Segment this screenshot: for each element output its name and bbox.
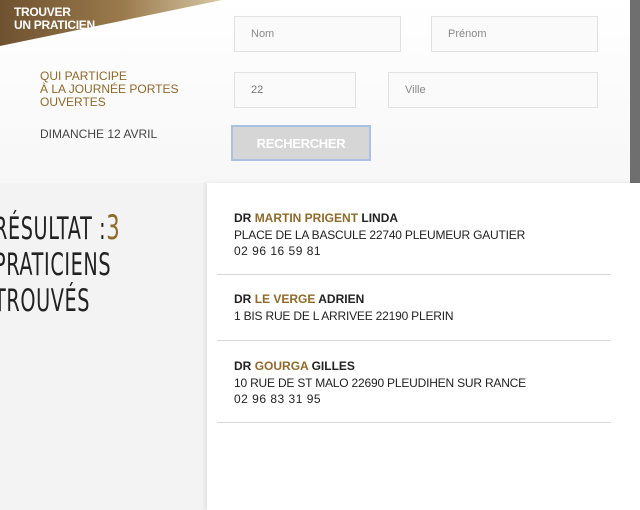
- result-summary-line-3: TROUVÉS: [0, 283, 91, 319]
- banner-title-line-2: UN PRATICIEN: [14, 18, 95, 32]
- result-count-number: 3: [106, 208, 121, 248]
- practitioner-address: 1 BIS RUE DE L ARRIVEE 22190 PLERIN: [234, 309, 454, 323]
- search-button[interactable]: RECHERCHER: [231, 125, 371, 161]
- practitioner-address: 10 RUE DE ST MALO 22690 PLEUDIHEN SUR RA…: [234, 376, 526, 390]
- prenom-input[interactable]: [431, 16, 598, 52]
- practitioner-name: DR MARTIN PRIGENT LINDA: [234, 211, 398, 225]
- ville-input[interactable]: [388, 72, 598, 108]
- practitioner-first-name: ADRIEN: [318, 292, 365, 306]
- practitioner-title: DR: [234, 211, 252, 225]
- open-day-label-line-3: OUVERTES: [40, 95, 106, 109]
- result-prefix: RÉSULTAT :: [0, 211, 107, 247]
- result-item[interactable]: DR GOURGA GILLES 10 RUE DE ST MALO 22690…: [217, 341, 611, 423]
- result-item[interactable]: DR MARTIN PRIGENT LINDA PLACE DE LA BASC…: [217, 183, 611, 275]
- practitioner-last-name: GOURGA: [254, 359, 309, 373]
- practitioner-last-name: LE VERGE: [254, 292, 316, 306]
- date-label: DIMANCHE 12 AVRIL: [40, 127, 158, 141]
- result-summary: RÉSULTAT :3 PRATICIENS TROUVÉS: [0, 210, 121, 319]
- practitioner-title: DR: [234, 292, 252, 306]
- right-edge-bar: [630, 0, 640, 183]
- result-summary-line-2: PRATICIENS: [0, 247, 112, 283]
- department-input[interactable]: [234, 72, 356, 108]
- practitioner-name: DR GOURGA GILLES: [234, 359, 355, 373]
- practitioner-name: DR LE VERGE ADRIEN: [234, 292, 364, 306]
- result-item[interactable]: DR LE VERGE ADRIEN 1 BIS RUE DE L ARRIVE…: [217, 275, 611, 341]
- practitioner-first-name: GILLES: [311, 359, 355, 373]
- results-list: DR MARTIN PRIGENT LINDA PLACE DE LA BASC…: [207, 183, 640, 510]
- practitioner-last-name: MARTIN PRIGENT: [254, 211, 359, 225]
- nom-input[interactable]: [234, 16, 401, 52]
- practitioner-address: PLACE DE LA BASCULE 22740 PLEUMEUR GAUTI…: [234, 228, 526, 242]
- open-day-label: QUI PARTICIPE À LA JOURNÉE PORTES OUVERT…: [40, 70, 179, 109]
- banner-title: TROUVER UN PRATICIEN: [14, 6, 95, 32]
- practitioner-first-name: LINDA: [361, 211, 399, 225]
- result-summary-line-1: RÉSULTAT :3: [0, 210, 121, 247]
- practitioner-title: DR: [234, 359, 252, 373]
- practitioner-phone: 02 96 16 59 81: [234, 244, 322, 258]
- practitioner-phone: 02 96 83 31 95: [234, 392, 322, 406]
